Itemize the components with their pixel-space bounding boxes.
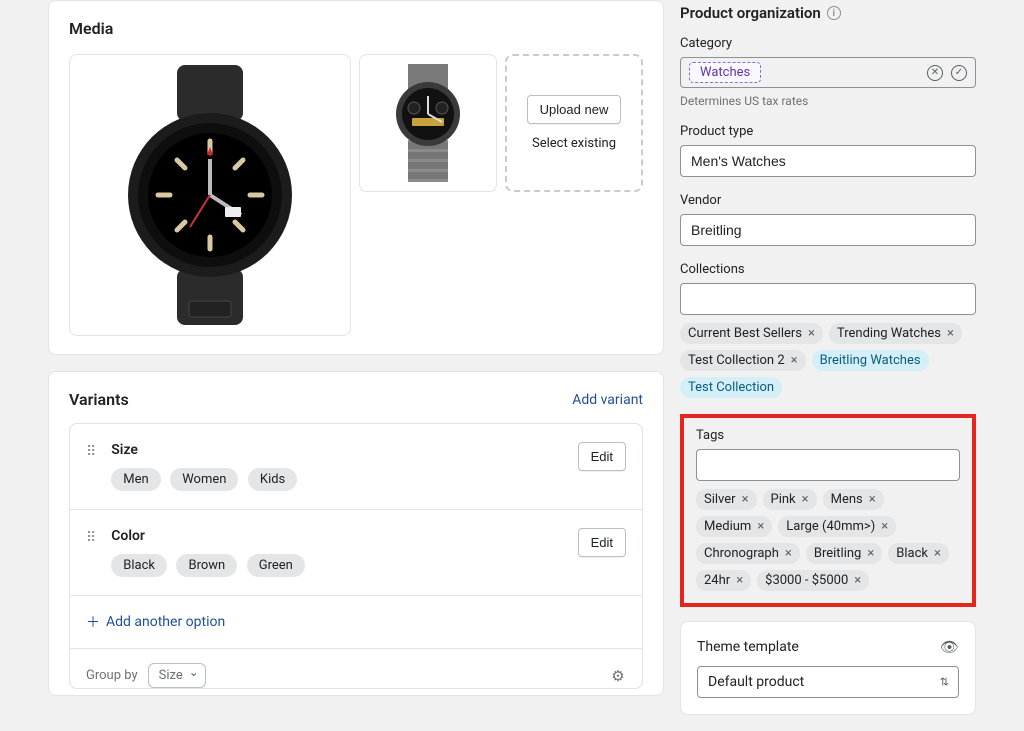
clear-category-icon[interactable]: ✕ [927, 65, 943, 81]
collection-chip[interactable]: Current Best Sellers× [680, 323, 823, 344]
collection-chip[interactable]: Trending Watches× [829, 323, 962, 344]
tag-chip[interactable]: Pink× [763, 489, 817, 510]
remove-chip-icon[interactable]: × [867, 547, 874, 560]
product-type-input[interactable] [680, 145, 976, 177]
category-input[interactable]: Watches ✕ ✓ [680, 57, 976, 88]
variants-card: Variants Add variant ⠿ Size Men Women Ki… [48, 371, 664, 696]
edit-variant-button[interactable]: Edit [578, 442, 626, 471]
tags-chip-row: Silver× Pink× Mens× Medium× Large (40mm>… [696, 489, 960, 591]
remove-chip-icon[interactable]: × [869, 493, 876, 506]
tag-chip[interactable]: Black× [888, 543, 949, 564]
tag-chip[interactable]: Breitling× [806, 543, 882, 564]
media-image-primary[interactable] [69, 54, 351, 336]
media-title: Media [69, 19, 643, 38]
media-card: Media [48, 0, 664, 355]
theme-template-label: Theme template [697, 639, 799, 655]
confirm-category-icon[interactable]: ✓ [951, 65, 967, 81]
variant-value: Brown [176, 554, 237, 577]
add-variant-link[interactable]: Add variant [572, 392, 643, 408]
settings-icon[interactable]: ⚙ [610, 668, 626, 684]
preview-icon[interactable]: 👁 [940, 638, 959, 656]
add-option-link[interactable]: ＋ Add another option [70, 596, 642, 649]
product-type-field: Product type [680, 124, 976, 177]
remove-chip-icon[interactable]: × [757, 520, 764, 533]
variants-title: Variants [69, 390, 129, 409]
info-icon[interactable]: i [827, 6, 841, 20]
collection-chip[interactable]: Breitling Watches [812, 350, 929, 371]
category-chip[interactable]: Watches [689, 62, 761, 83]
variant-options-group: ⠿ Size Men Women Kids Edit ⠿ Color [69, 423, 643, 689]
variant-value: Kids [248, 468, 297, 491]
tag-chip[interactable]: Mens× [823, 489, 884, 510]
variant-option-name: Size [111, 442, 563, 458]
edit-variant-button[interactable]: Edit [578, 528, 626, 557]
collection-chip[interactable]: Test Collection 2× [680, 350, 806, 371]
tags-highlight-box: Tags Silver× Pink× Mens× Medium× Large (… [680, 414, 976, 607]
variant-value: Men [111, 468, 160, 491]
tag-chip[interactable]: $3000 - $5000× [757, 570, 869, 591]
tag-chip[interactable]: Chronograph× [696, 543, 800, 564]
theme-template-select[interactable]: Default product [697, 666, 959, 698]
collections-field: Collections Current Best Sellers× Trendi… [680, 262, 976, 398]
remove-chip-icon[interactable]: × [854, 574, 861, 587]
drag-handle-icon[interactable]: ⠿ [86, 444, 97, 460]
remove-chip-icon[interactable]: × [742, 493, 749, 506]
product-organization-title: Product organization i [680, 4, 976, 22]
remove-chip-icon[interactable]: × [881, 520, 888, 533]
remove-chip-icon[interactable]: × [934, 547, 941, 560]
tag-chip[interactable]: Medium× [696, 516, 772, 537]
category-help-text: Determines US tax rates [680, 94, 976, 108]
variant-value: Women [170, 468, 238, 491]
media-image-secondary[interactable] [359, 54, 497, 192]
drag-handle-icon[interactable]: ⠿ [86, 530, 97, 546]
tags-input[interactable] [696, 449, 960, 481]
collections-input[interactable] [680, 283, 976, 315]
remove-chip-icon[interactable]: × [947, 327, 954, 340]
collections-label: Collections [680, 262, 976, 277]
variant-option-size: ⠿ Size Men Women Kids Edit [70, 424, 642, 510]
tag-chip[interactable]: Large (40mm>)× [778, 516, 896, 537]
product-type-label: Product type [680, 124, 976, 139]
vendor-field: Vendor [680, 193, 976, 246]
category-label: Category [680, 36, 976, 51]
remove-chip-icon[interactable]: × [791, 354, 798, 367]
remove-chip-icon[interactable]: × [736, 574, 743, 587]
upload-new-button[interactable]: Upload new [527, 95, 622, 124]
tag-chip[interactable]: Silver× [696, 489, 757, 510]
plus-icon: ＋ [86, 612, 100, 632]
vendor-input[interactable] [680, 214, 976, 246]
variants-footer: Group by Size ⚙ [70, 649, 642, 688]
variant-option-color: ⠿ Color Black Brown Green Edit [70, 510, 642, 596]
variant-value: Black [111, 554, 167, 577]
group-by-label: Group by [86, 668, 138, 683]
remove-chip-icon[interactable]: × [802, 493, 809, 506]
tag-chip[interactable]: 24hr× [696, 570, 751, 591]
group-by-select[interactable]: Size [148, 663, 206, 688]
variant-value: Green [247, 554, 305, 577]
select-existing-link[interactable]: Select existing [532, 136, 616, 151]
theme-template-card: Theme template 👁 Default product [680, 621, 976, 715]
variant-option-name: Color [111, 528, 563, 544]
collection-chip[interactable]: Test Collection [680, 377, 782, 398]
vendor-label: Vendor [680, 193, 976, 208]
remove-chip-icon[interactable]: × [785, 547, 792, 560]
category-field: Category Watches ✕ ✓ Determines US tax r… [680, 36, 976, 108]
remove-chip-icon[interactable]: × [808, 327, 815, 340]
collections-chip-row: Current Best Sellers× Trending Watches× … [680, 323, 976, 398]
tags-label: Tags [696, 428, 960, 443]
media-dropzone[interactable]: Upload new Select existing [505, 54, 643, 192]
